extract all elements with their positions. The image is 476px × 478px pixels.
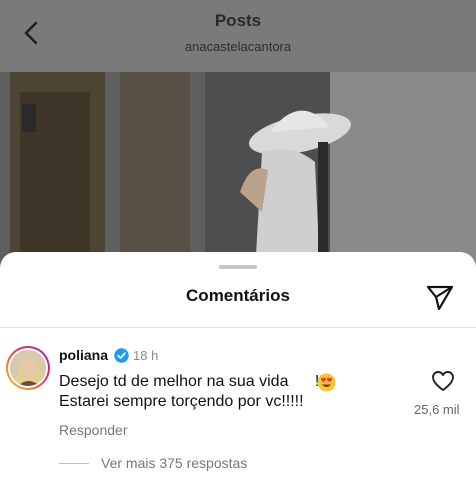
post-photo-illustration [0,72,476,272]
account-username: anacastelacantora [184,39,292,54]
share-button[interactable] [424,282,456,312]
comments-title: Comentários [186,286,290,305]
post-header: Posts anacastelacantora [0,0,476,72]
avatar-ring-inner [8,348,48,388]
replies-divider [59,463,89,464]
comment-text-line2: Estarei sempre torçendo por vc!!!!! [59,393,304,410]
avatar[interactable] [6,346,50,390]
comment-text-line1: Desejo td de melhor na sua vida [59,373,293,390]
post-image[interactable] [0,72,476,272]
heart-icon [432,371,454,391]
send-icon [426,285,454,311]
sheet-divider [0,327,476,328]
comment-timestamp: 18 h [133,348,159,363]
like-button[interactable] [431,370,455,392]
page-title: Posts [214,11,262,30]
comment-username[interactable]: poliana [59,347,108,363]
like-count: 25,6 mil [414,402,460,417]
avatar-image [10,350,46,386]
comment-text: Desejo td de melhor na sua vida !!! Esta… [59,372,328,412]
avatar-photo-illustration [10,350,46,386]
heart-eyes-emoji-icon [317,373,336,392]
view-more-replies-button[interactable]: Ver mais 375 respostas [101,455,247,471]
verified-badge-icon [114,348,129,363]
sheet-drag-handle[interactable] [219,265,257,269]
reply-button[interactable]: Responder [59,422,128,438]
comments-sheet: Comentários [0,252,476,478]
